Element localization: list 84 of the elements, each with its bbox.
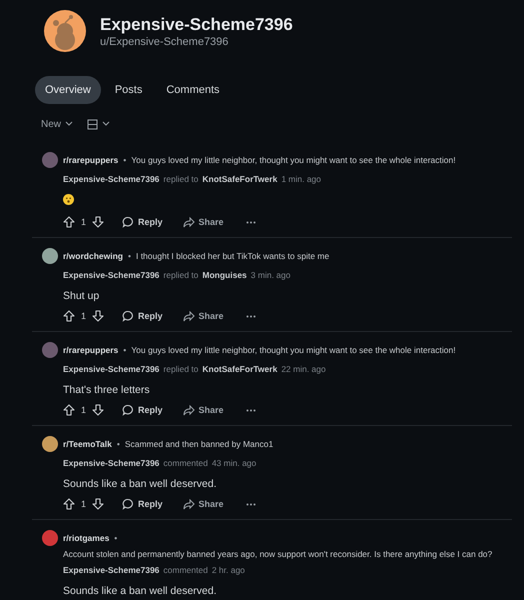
comment-text: That's three letters: [63, 384, 151, 396]
post-title[interactable]: Account stolen and permanently banned years ago, now support won't reconsider. Is there anything else I can do?: [63, 549, 512, 559]
caret-icon: [65, 121, 74, 127]
display-name: Expensive-Scheme7396: [100, 14, 293, 34]
subreddit-link[interactable]: r/TeemoTalk: [63, 439, 112, 449]
timestamp: 1 min. ago: [281, 174, 322, 184]
share-button[interactable]: Share: [182, 216, 224, 228]
subreddit-link[interactable]: r/wordchewing: [63, 251, 123, 261]
vote-count: 1: [81, 499, 86, 509]
share-icon: [182, 404, 195, 416]
reply-button[interactable]: Reply: [122, 498, 163, 510]
timestamp: 22 min. ago: [281, 364, 326, 374]
more-options-icon[interactable]: [246, 314, 256, 318]
vote-count: 1: [81, 405, 86, 415]
separator-dot: •: [123, 155, 126, 165]
comment-icon: [122, 310, 134, 322]
reply-button[interactable]: Reply: [122, 216, 163, 228]
sort-dropdown[interactable]: New: [41, 118, 74, 130]
share-button[interactable]: Share: [182, 404, 224, 416]
separator-dot: •: [116, 439, 120, 449]
post-title[interactable]: You guys loved my little neighbor, thought you might want to see the whole interaction!: [131, 155, 456, 165]
share-icon: [182, 498, 195, 510]
reply-target[interactable]: Monguises: [202, 270, 247, 280]
caret-icon: [102, 121, 110, 127]
comment-author[interactable]: Expensive-Scheme7396: [63, 270, 160, 280]
subreddit-link[interactable]: r/rarepuppers: [63, 345, 118, 355]
upvote-icon[interactable]: [63, 498, 75, 510]
post-title[interactable]: You guys loved my little neighbor, thought you might want to see the whole interaction!: [131, 345, 456, 355]
comment-icon: [122, 404, 134, 416]
share-button[interactable]: Share: [182, 498, 224, 510]
separator-dot: •: [128, 251, 131, 261]
upvote-icon[interactable]: [63, 216, 75, 228]
separator-dot: •: [114, 533, 118, 543]
timestamp: 3 min. ago: [250, 270, 290, 280]
upvote-icon[interactable]: [63, 404, 75, 416]
comment-author[interactable]: Expensive-Scheme7396: [63, 565, 160, 575]
vote-count: 1: [81, 311, 86, 321]
reply-button[interactable]: Reply: [122, 310, 163, 322]
subreddit-link[interactable]: r/riotgames: [63, 533, 110, 543]
comment-action: replied to: [163, 364, 198, 374]
comment-action: replied to: [163, 270, 198, 280]
downvote-icon[interactable]: [92, 498, 104, 510]
comment-icon: [122, 216, 134, 228]
view-dropdown[interactable]: [87, 118, 110, 130]
share-button[interactable]: Share: [182, 310, 224, 322]
tab[interactable]: Comments: [156, 76, 230, 104]
emoji-icon: [63, 194, 74, 205]
reply-button[interactable]: Reply: [122, 404, 163, 416]
reply-target[interactable]: KnotSafeForTwerk: [202, 364, 278, 374]
layout-icon: [87, 118, 98, 130]
comment-author[interactable]: Expensive-Scheme7396: [63, 174, 160, 184]
comment-text: Sounds like a ban well deserved.: [63, 478, 218, 490]
downvote-icon[interactable]: [92, 216, 104, 228]
subreddit-icon[interactable]: [42, 436, 58, 452]
upvote-icon[interactable]: [63, 310, 75, 322]
more-options-icon[interactable]: [246, 220, 256, 224]
comment-action: replied to: [163, 174, 198, 184]
timestamp: 43 min. ago: [212, 458, 256, 468]
share-icon: [182, 310, 195, 322]
comment-icon: [122, 498, 134, 510]
separator-dot: •: [123, 345, 126, 355]
comment-text: Sounds like a ban well deserved.: [63, 585, 218, 597]
subreddit-icon[interactable]: [42, 530, 58, 546]
more-options-icon[interactable]: [246, 502, 256, 506]
downvote-icon[interactable]: [92, 404, 104, 416]
comment-text: Shut up: [63, 290, 100, 302]
post-title[interactable]: Scammed and then banned by Manco1: [124, 439, 274, 449]
tab[interactable]: Overview: [35, 76, 101, 104]
post-title[interactable]: I thought I blocked her but TikTok wants to spite me: [136, 251, 330, 261]
subreddit-icon[interactable]: [42, 248, 58, 264]
username: u/Expensive-Scheme7396: [100, 36, 230, 48]
comment-action: commented: [163, 458, 208, 468]
comment-author[interactable]: Expensive-Scheme7396: [63, 458, 160, 468]
reply-target[interactable]: KnotSafeForTwerk: [202, 174, 278, 184]
share-icon: [182, 216, 195, 228]
avatar-icon: [44, 10, 86, 52]
comment-author[interactable]: Expensive-Scheme7396: [63, 364, 160, 374]
timestamp: 2 hr. ago: [212, 565, 245, 575]
tab[interactable]: Posts: [104, 76, 152, 104]
more-options-icon[interactable]: [246, 408, 256, 412]
subreddit-link[interactable]: r/rarepuppers: [63, 155, 118, 165]
downvote-icon[interactable]: [92, 310, 104, 322]
comment-action: commented: [163, 565, 208, 575]
vote-count: 1: [81, 217, 86, 227]
